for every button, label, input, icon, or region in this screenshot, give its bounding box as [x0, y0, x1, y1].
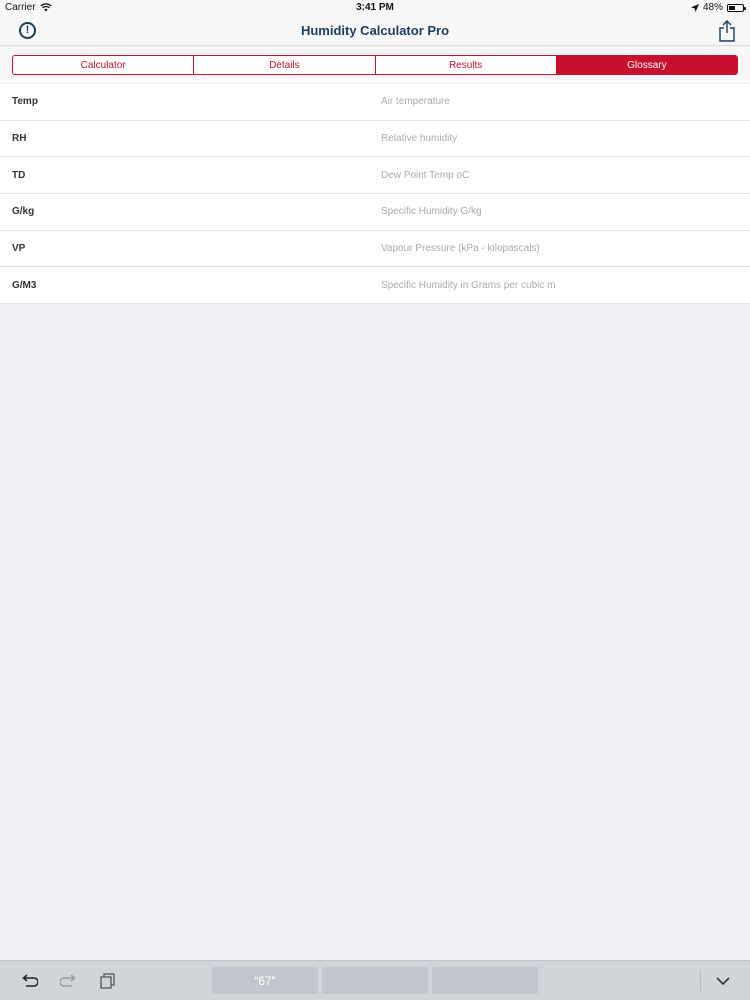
- glossary-term: VP: [12, 243, 26, 255]
- glossary-definition: Specific Humidity in Grams per cubic m: [381, 279, 556, 291]
- suggestion-2[interactable]: [322, 967, 428, 994]
- battery-percent: 48%: [702, 2, 723, 13]
- glossary-definition: Dew Point Temp oC: [381, 169, 470, 181]
- tab-glossary[interactable]: Glossary: [556, 56, 737, 74]
- paste-icon[interactable]: [99, 973, 117, 989]
- list-item: Temp Air temperature: [0, 84, 750, 121]
- glossary-definition: Vapour Pressure (kPa - kilopascals): [381, 243, 540, 255]
- chevron-down-icon[interactable]: [714, 973, 732, 989]
- location-arrow-icon: [690, 3, 699, 12]
- redo-icon[interactable]: [60, 973, 78, 989]
- tab-calculator[interactable]: Calculator: [13, 56, 195, 74]
- list-item: G/M3 Specific Humidity in Grams per cubi…: [0, 267, 750, 305]
- toolbar-divider: [700, 971, 701, 991]
- status-time: 3:41 PM: [356, 2, 394, 13]
- glossary-definition: Relative humidity: [381, 133, 458, 145]
- keyboard-shortcut-bar: “67”: [0, 960, 750, 1000]
- suggestion-1[interactable]: “67”: [212, 967, 318, 994]
- undo-icon[interactable]: [20, 973, 38, 989]
- glossary-definition: Specific Humidity G/kg: [381, 206, 482, 218]
- glossary-term: Temp: [12, 96, 38, 108]
- glossary-term: G/M3: [12, 279, 37, 291]
- nav-bar: ! Humidity Calculator Pro: [0, 16, 750, 46]
- glossary-term: TD: [12, 169, 26, 181]
- glossary-definition: Air temperature: [381, 96, 450, 108]
- glossary-term: G/kg: [12, 206, 35, 218]
- tab-details[interactable]: Details: [194, 56, 376, 74]
- segmented-control: Calculator Details Results Glossary: [12, 55, 738, 75]
- tab-results[interactable]: Results: [376, 56, 557, 74]
- status-bar: Carrier 3:41 PM 48%: [0, 0, 750, 16]
- tab-bar-container: Calculator Details Results Glossary: [0, 47, 750, 83]
- battery-fill: [729, 5, 736, 10]
- suggestion-3[interactable]: [432, 967, 538, 994]
- battery-icon: [727, 3, 746, 12]
- list-item: G/kg Specific Humidity G/kg: [0, 194, 750, 231]
- glossary-term: RH: [12, 133, 27, 145]
- list-item: VP Vapour Pressure (kPa - kilopascals): [0, 231, 750, 268]
- list-item: TD Dew Point Temp oC: [0, 157, 750, 195]
- share-icon[interactable]: [718, 20, 736, 42]
- glossary-list: Temp Air temperature RH Relative humidit…: [0, 84, 750, 305]
- list-item: RH Relative humidity: [0, 121, 750, 158]
- page-title: Humidity Calculator Pro: [300, 23, 450, 38]
